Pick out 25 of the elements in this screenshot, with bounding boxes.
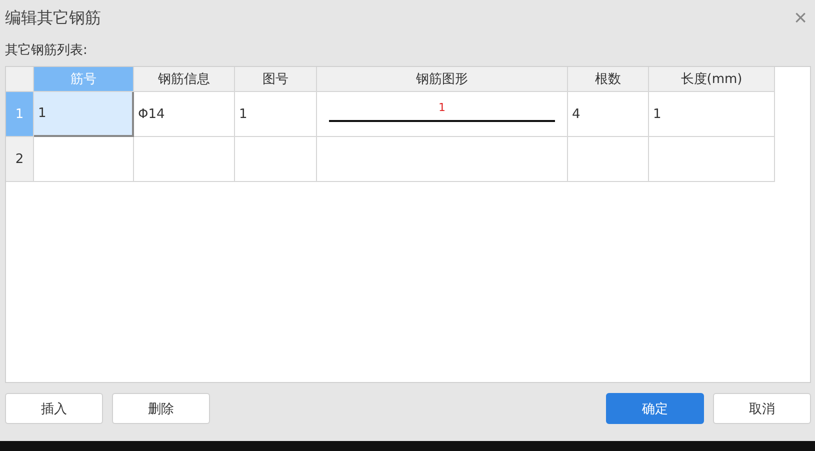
column-header[interactable]: 钢筋图形 [317,67,568,92]
table-cell[interactable]: 1 [317,92,568,137]
dialog-button[interactable]: 插入 [5,393,103,424]
table-cell[interactable]: 1 [235,92,317,137]
table-cell[interactable] [134,137,235,182]
table-cell[interactable] [34,137,134,182]
table-cell[interactable]: Φ14 [134,92,235,137]
table-cell[interactable] [568,137,649,182]
rebar-shape-drawing: 1 [329,99,555,129]
table-cell[interactable]: 1 [649,92,775,137]
table-cell[interactable]: 1 [34,92,134,137]
dialog-button[interactable]: 取消 [713,393,811,424]
dialog-button[interactable]: 确定 [606,393,704,424]
column-header[interactable]: 根数 [568,67,649,92]
row-header[interactable]: 2 [6,137,34,182]
column-header[interactable]: 图号 [235,67,317,92]
table-cell[interactable]: 4 [568,92,649,137]
window-title: 编辑其它钢筋 [5,8,101,28]
table-cell[interactable] [235,137,317,182]
column-header[interactable]: 钢筋信息 [134,67,235,92]
list-label: 其它钢筋列表: [4,42,88,60]
table-cell[interactable] [317,137,568,182]
column-header[interactable]: 长度(mm) [649,67,775,92]
dialog-button[interactable]: 删除 [112,393,210,424]
table-cell[interactable] [649,137,775,182]
